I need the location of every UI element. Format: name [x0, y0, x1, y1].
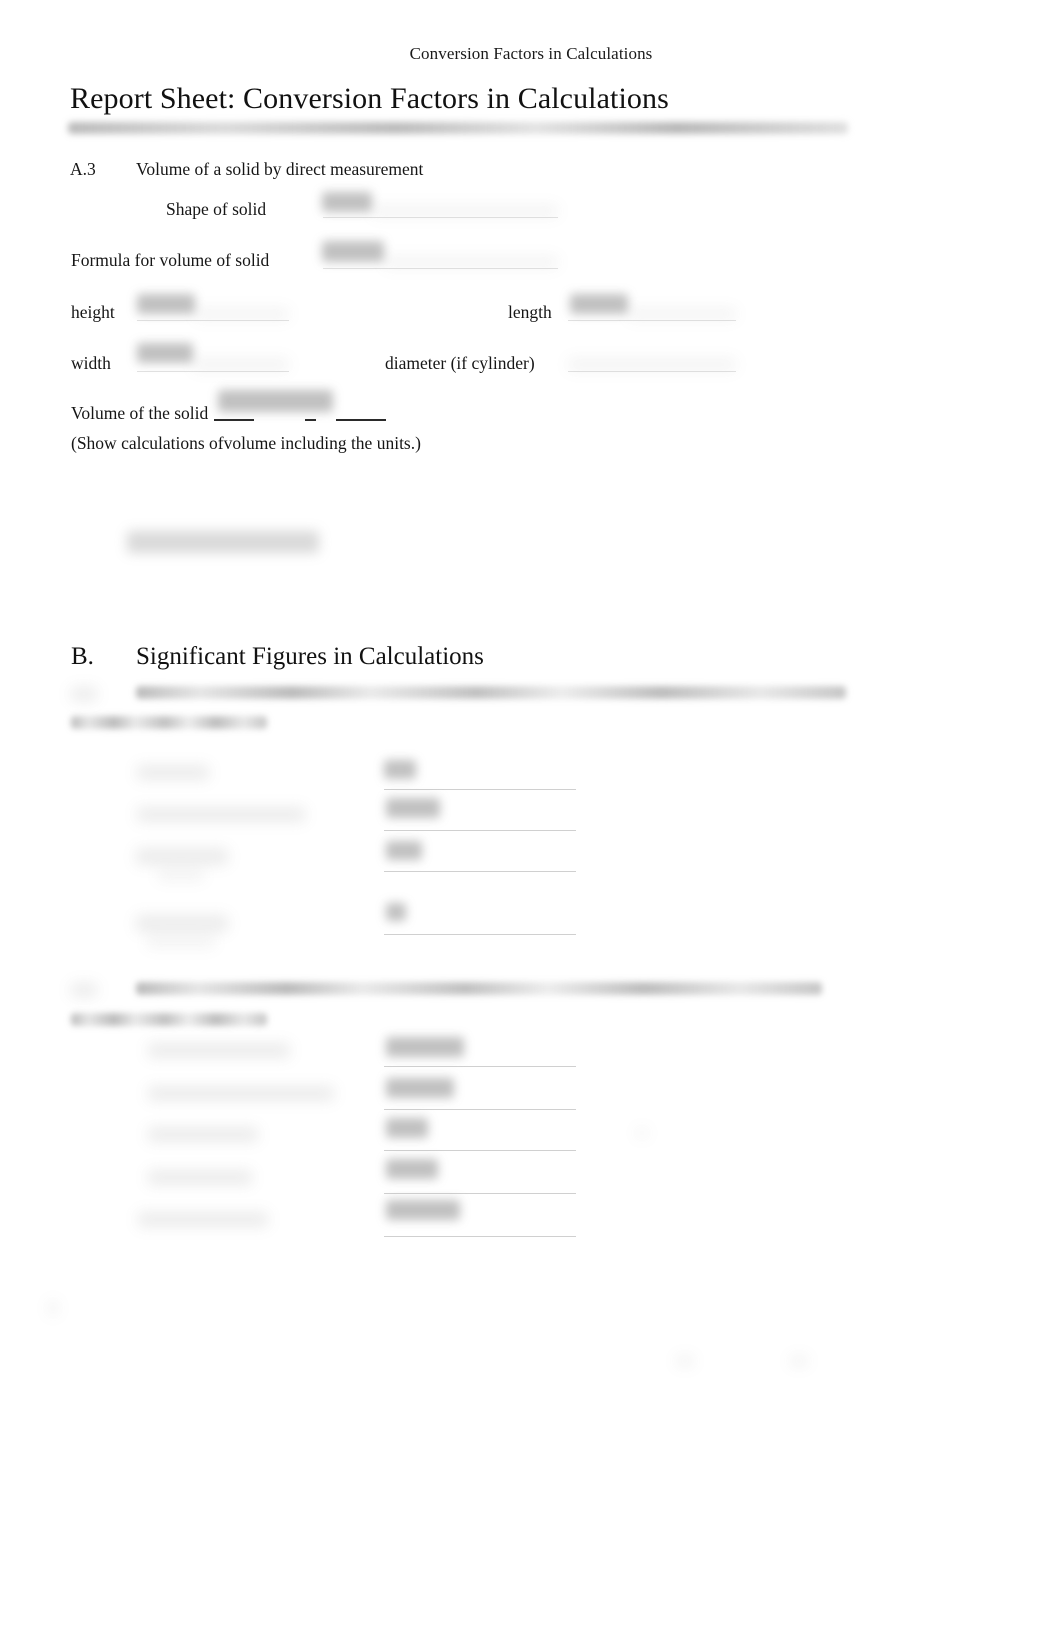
field-rule-width [137, 371, 289, 372]
b1-problem-3-expression [136, 848, 228, 865]
field-rule-shape-of-solid [323, 217, 558, 218]
field-value-diameter [568, 358, 736, 371]
b2-answer-rule-1 [384, 1066, 576, 1067]
work-area-value [127, 531, 319, 553]
field-value-width [137, 343, 193, 363]
b1-problem-4-denominator [147, 936, 215, 948]
volume-blank-1 [214, 419, 254, 421]
section-a3-heading: Volume of a solid by direct measurement [136, 159, 424, 179]
b2-problem-4-expression [148, 1170, 252, 1185]
redacted-header-line [68, 122, 848, 134]
b1-problem-2-answer [386, 798, 440, 818]
volume-of-solid-value [218, 390, 333, 412]
b2-problem-3-answer [386, 1118, 428, 1138]
b2-problem-1-expression [148, 1043, 290, 1058]
running-head: Conversion Factors in Calculations [409, 44, 653, 63]
field-rule-diameter [568, 371, 736, 372]
scan-artifact-center [676, 1355, 694, 1367]
b2-number [71, 983, 97, 997]
b2-prompt-line-1 [136, 982, 822, 995]
field-value-length [570, 294, 628, 314]
page-title: Report Sheet: Conversion Factors in Calc… [70, 82, 669, 115]
field-value-length-tail [628, 308, 736, 320]
scan-artifact-mid [636, 1128, 648, 1138]
b2-problem-2-answer [386, 1078, 454, 1098]
field-value-width-tail [193, 358, 289, 371]
section-b-title: Significant Figures in Calculations [136, 643, 484, 670]
b1-problem-3-denominator [158, 869, 204, 881]
b1-problem-4-expression [136, 915, 228, 932]
scan-artifact-right [790, 1355, 808, 1367]
b1-problem-1-answer [384, 760, 416, 779]
b1-answer-rule-3 [384, 871, 576, 872]
b1-answer-rule-1 [384, 789, 576, 790]
field-value-formula [322, 241, 384, 262]
field-rule-formula [323, 268, 558, 269]
field-label-width: width [71, 353, 111, 373]
field-value-shape-of-solid [322, 192, 372, 212]
field-value-height [137, 294, 195, 314]
b1-number [71, 687, 97, 701]
field-label-diameter: diameter (if cylinder) [385, 353, 535, 373]
b1-problem-4-answer [386, 903, 406, 921]
field-label-length: length [508, 302, 552, 322]
b1-problem-2-expression [137, 807, 305, 822]
b2-problem-1-answer [386, 1037, 464, 1057]
b2-answer-rule-4 [384, 1193, 576, 1194]
section-a3-number: A.3 [70, 159, 96, 179]
volume-blank-3 [336, 419, 386, 421]
scan-artifact-left [48, 1300, 58, 1316]
b1-answer-rule-2 [384, 830, 576, 831]
b2-answer-rule-3 [384, 1150, 576, 1151]
b2-answer-rule-5 [384, 1236, 576, 1237]
b2-problem-5-expression [138, 1212, 268, 1227]
b2-problem-5-answer [386, 1200, 460, 1220]
field-value-shape-of-solid-tail [372, 205, 558, 217]
b1-answer-rule-4 [384, 934, 576, 935]
field-rule-length [568, 320, 736, 321]
b2-answer-rule-2 [384, 1109, 576, 1110]
field-label-shape-of-solid: Shape of solid [166, 199, 267, 219]
field-label-formula: Formula for volume of solid [71, 250, 270, 270]
b2-problem-3-expression [148, 1127, 258, 1142]
field-rule-height [137, 320, 289, 321]
section-b-letter: B. [71, 643, 94, 670]
b1-problem-3-answer [386, 841, 422, 860]
b1-prompt-line-1 [136, 686, 846, 699]
b1-problem-1-expression [137, 765, 209, 780]
b2-problem-4-answer [386, 1159, 438, 1179]
b2-problem-2-expression [148, 1086, 334, 1101]
field-value-height-tail [195, 308, 289, 320]
b1-prompt-line-2 [71, 716, 267, 729]
field-value-formula-tail [384, 256, 558, 268]
volume-of-solid-label: Volume of the solid [71, 403, 209, 423]
field-label-height: height [71, 302, 115, 322]
report-sheet-page: Conversion Factors in Calculations Repor… [0, 0, 1062, 1646]
show-work-note: (Show calculations ofvolume including th… [71, 433, 421, 453]
volume-blank-2 [305, 419, 316, 421]
b2-prompt-line-2 [71, 1013, 267, 1026]
